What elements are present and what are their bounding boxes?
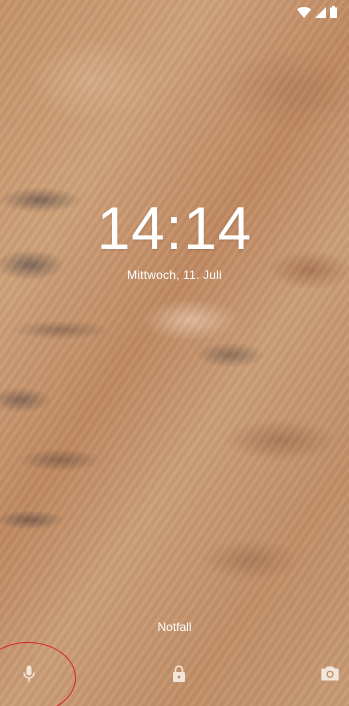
emergency-call-button[interactable]: Notfall — [0, 619, 349, 635]
lockscreen-date: Mittwoch, 11. Juli — [127, 268, 222, 282]
unlock-button[interactable] — [159, 656, 199, 696]
camera-button[interactable] — [310, 656, 349, 696]
lock-screen: 14:14 Mittwoch, 11. Juli Notfall — [0, 0, 349, 706]
battery-icon — [330, 6, 337, 18]
lock-icon — [172, 664, 186, 688]
signal-icon — [315, 6, 326, 18]
camera-icon — [321, 666, 339, 686]
wallpaper — [0, 0, 349, 706]
status-bar — [0, 0, 349, 24]
microphone-icon — [23, 665, 35, 688]
status-icons — [297, 6, 337, 18]
voice-assist-button[interactable] — [9, 656, 49, 696]
lockscreen-clock: 14:14 — [96, 195, 253, 262]
lockscreen-bottom-bar — [0, 642, 349, 706]
wifi-icon — [297, 6, 311, 18]
